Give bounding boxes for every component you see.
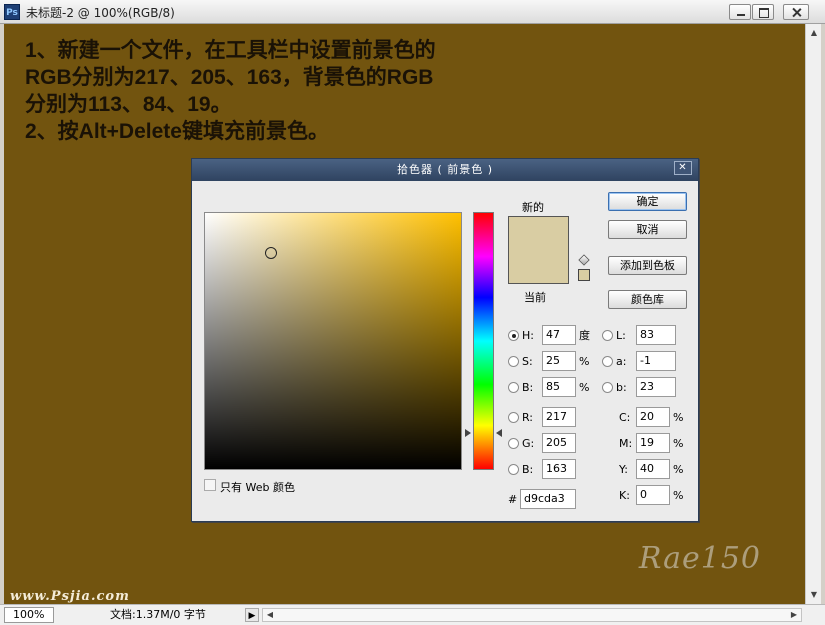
lab-l-label: L:: [616, 329, 626, 342]
instruction-line: RGB分别为217、205、163，背景色的RGB: [25, 66, 434, 89]
brightness-unit: %: [579, 381, 590, 394]
cancel-button[interactable]: 取消: [608, 220, 687, 239]
magenta-input[interactable]: 19: [636, 433, 670, 453]
magenta-unit: %: [673, 437, 684, 450]
blue-radio[interactable]: [508, 464, 519, 475]
brightness-radio[interactable]: [508, 382, 519, 393]
web-colors-only-label: 只有 Web 颜色: [220, 481, 295, 494]
scroll-up-icon[interactable]: ▲: [808, 26, 820, 40]
scroll-left-icon[interactable]: ◀: [263, 609, 277, 621]
scroll-down-icon[interactable]: ▼: [808, 588, 820, 602]
color-field-cursor[interactable]: [265, 247, 277, 259]
cyan-unit: %: [673, 411, 684, 424]
hue-radio[interactable]: [508, 330, 519, 341]
close-button[interactable]: [783, 4, 809, 20]
instruction-line: 分别为113、84、19。: [25, 93, 232, 116]
saturation-brightness-field[interactable]: [204, 212, 462, 470]
horizontal-scrollbar[interactable]: ◀ ▶: [262, 608, 802, 622]
status-menu-arrow-icon[interactable]: ▶: [245, 608, 259, 622]
blue-label: B:: [522, 463, 534, 476]
hue-label: H:: [522, 329, 534, 342]
site-watermark: www.Psjia.com: [10, 589, 130, 604]
lab-b-input[interactable]: 23: [636, 377, 676, 397]
brightness-label: B:: [522, 381, 534, 394]
instruction-line: 2、按Alt+Delete键填充前景色。: [25, 120, 329, 143]
black-input[interactable]: 0: [636, 485, 670, 505]
cyan-label: C:: [619, 411, 631, 424]
hue-input[interactable]: 47: [542, 325, 576, 345]
red-label: R:: [522, 411, 534, 424]
red-input[interactable]: 217: [542, 407, 576, 427]
color-picker-dialog: 拾色器 ( 前景色 ) ✕ 新的 当前 确定 取消 添加到色板 颜色库 H: 4…: [191, 158, 699, 522]
status-bar: 100% 文档:1.37M/0 字节 ▶ ◀ ▶: [0, 604, 825, 625]
hue-unit: 度: [579, 329, 590, 342]
yellow-input[interactable]: 40: [636, 459, 670, 479]
maximize-button[interactable]: [752, 4, 774, 20]
saturation-input[interactable]: 25: [542, 351, 576, 371]
lab-b-radio[interactable]: [602, 382, 613, 393]
saturation-label: S:: [522, 355, 533, 368]
lab-a-label: a:: [616, 355, 627, 368]
photoshop-app-icon: Ps: [4, 4, 20, 20]
ok-button[interactable]: 确定: [608, 192, 687, 211]
new-color-swatch: [508, 216, 569, 284]
author-signature: Rae150: [638, 541, 761, 576]
cyan-input[interactable]: 20: [636, 407, 670, 427]
green-label: G:: [522, 437, 535, 450]
out-of-gamut-cube-icon[interactable]: [578, 254, 590, 266]
window-titlebar: Ps 未标题-2 @ 100%(RGB/8): [0, 0, 825, 24]
gamut-correction-swatch[interactable]: [578, 269, 590, 281]
blue-input[interactable]: 163: [542, 459, 576, 479]
lab-a-radio[interactable]: [602, 356, 613, 367]
document-info: 文档:1.37M/0 字节: [110, 608, 206, 621]
saturation-radio[interactable]: [508, 356, 519, 367]
brightness-input[interactable]: 85: [542, 377, 576, 397]
lab-b-label: b:: [616, 381, 627, 394]
red-radio[interactable]: [508, 412, 519, 423]
hue-slider-right-pointer-icon[interactable]: [496, 429, 502, 437]
scroll-right-icon[interactable]: ▶: [787, 609, 801, 621]
dialog-close-icon[interactable]: ✕: [674, 161, 692, 175]
instruction-line: 1、新建一个文件，在工具栏中设置前景色的: [25, 39, 436, 62]
yellow-label: Y:: [619, 463, 628, 476]
green-radio[interactable]: [508, 438, 519, 449]
current-color-label: 当前: [524, 291, 546, 304]
add-to-swatches-button[interactable]: 添加到色板: [608, 256, 687, 275]
dialog-titlebar: 拾色器 ( 前景色 ) ✕: [192, 159, 698, 181]
green-input[interactable]: 205: [542, 433, 576, 453]
new-color-label: 新的: [522, 201, 544, 214]
black-unit: %: [673, 489, 684, 502]
black-label: K:: [619, 489, 630, 502]
lab-a-input[interactable]: -1: [636, 351, 676, 371]
hex-label: #: [508, 493, 518, 506]
hex-input[interactable]: d9cda3: [520, 489, 576, 509]
instruction-text: 1、新建一个文件，在工具栏中设置前景色的 RGB分别为217、205、163，背景…: [25, 37, 436, 145]
zoom-field[interactable]: 100%: [4, 607, 54, 623]
magenta-label: M:: [619, 437, 633, 450]
lab-l-radio[interactable]: [602, 330, 613, 341]
web-colors-only-checkbox[interactable]: [204, 479, 216, 491]
lab-l-input[interactable]: 83: [636, 325, 676, 345]
vertical-scrollbar[interactable]: ▲ ▼: [805, 24, 821, 604]
color-libraries-button[interactable]: 颜色库: [608, 290, 687, 309]
hue-slider[interactable]: [473, 212, 494, 470]
hue-slider-left-pointer-icon[interactable]: [465, 429, 471, 437]
dialog-title: 拾色器 ( 前景色 ): [396, 163, 494, 176]
saturation-unit: %: [579, 355, 590, 368]
window-title: 未标题-2 @ 100%(RGB/8): [26, 6, 175, 20]
yellow-unit: %: [673, 463, 684, 476]
minimize-button[interactable]: [729, 4, 751, 20]
